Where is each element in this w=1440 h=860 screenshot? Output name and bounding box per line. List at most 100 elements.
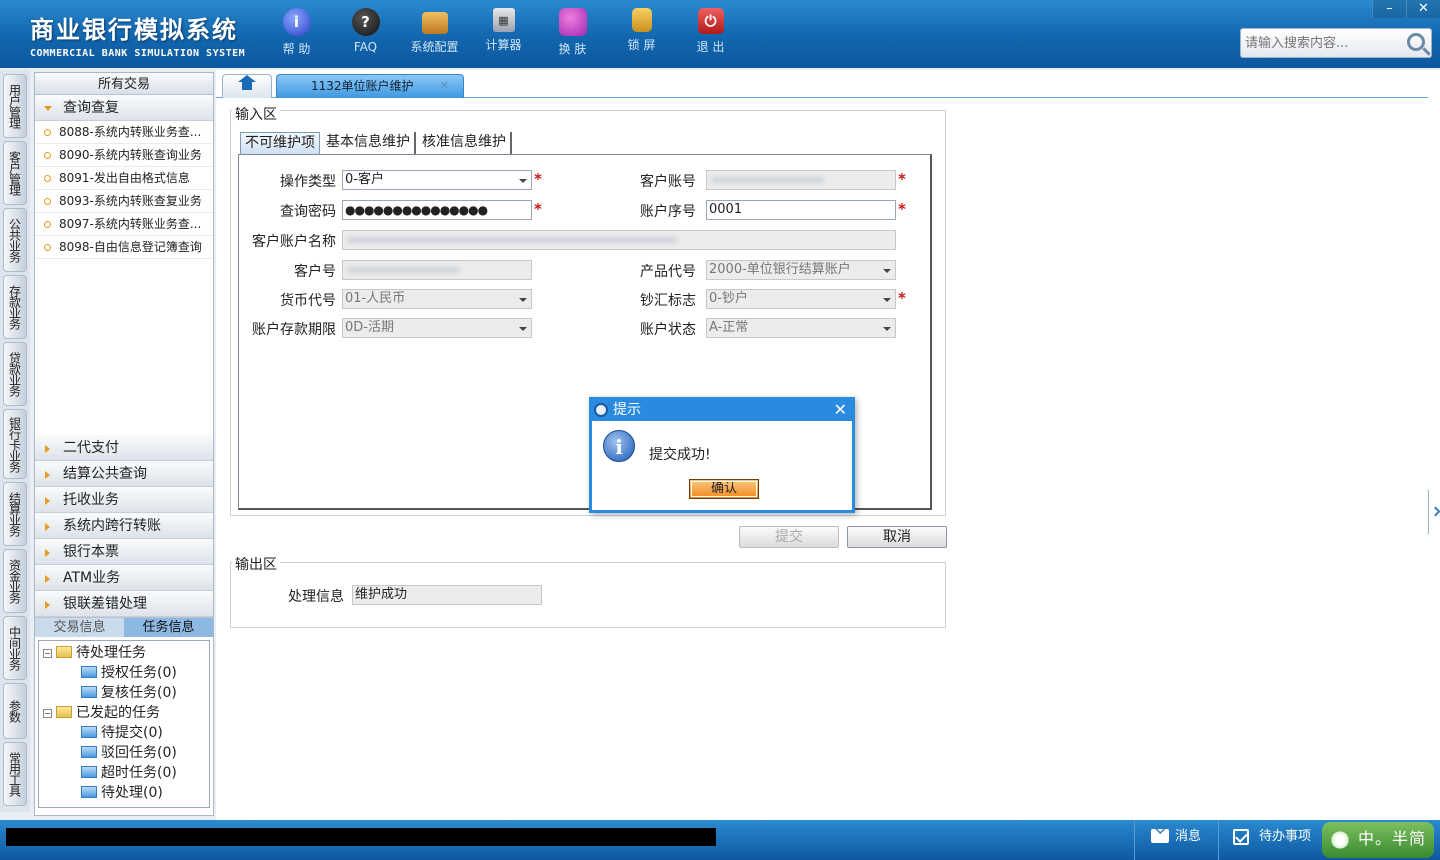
tab-account-maintenance[interactable]: 1132单位账户维护 ✕ [276,74,464,98]
vtab-deposit[interactable]: 存款业务 [3,275,27,339]
vtab-intermediary[interactable]: 中间业务 [3,616,27,680]
mail-icon [1151,829,1169,843]
folder-icon [56,706,72,718]
chevron-down-icon [877,290,895,308]
category-unionpay-error[interactable]: 银联差错处理 [35,591,213,617]
account-seq-field[interactable]: 0001 [706,200,896,220]
tree-node-review[interactable]: 复核任务(0) [39,683,209,703]
query-pwd-field[interactable]: ●●●●●●●●●●●●●●● [342,200,532,220]
status-bar: 消息 待办事项 中。半简 [0,820,1440,860]
alert-dialog: 提示 ✕ i 提交成功! 确认 [589,397,855,513]
collapse-icon[interactable]: − [43,649,52,658]
tree-node-to-process[interactable]: 待处理(0) [39,783,209,803]
exit-button[interactable]: ⏻ 退 出 [676,8,745,57]
dialog-close-icon[interactable]: ✕ [834,399,847,421]
status-label: 账户状态 [640,322,696,338]
category-atm[interactable]: ATM业务 [35,565,213,591]
close-tab-icon[interactable]: ✕ [440,75,449,97]
todo-button[interactable]: 待办事项 [1218,820,1322,860]
search-icon[interactable] [1407,33,1425,51]
info-tabs: 交易信息 任务信息 [35,617,213,637]
transaction-item[interactable]: 8097-系统内转账业务查... [35,213,213,236]
op-type-select[interactable]: 0-客户 [342,170,532,190]
search-box [1240,28,1432,58]
dialog-title: 提示 [613,402,641,418]
term-select: 0D-活期 [342,318,532,338]
product-code-label: 产品代号 [640,264,696,280]
result-field: 维护成功 [352,585,542,605]
task-icon [81,746,97,758]
help-button[interactable]: i帮 助 [262,8,331,57]
tab-task-info[interactable]: 任务信息 [124,618,213,637]
ime-indicator[interactable]: 中。半简 [1322,822,1434,858]
close-window-button[interactable]: ✕ [1406,0,1440,18]
calculator-button[interactable]: ▦ 计算器 [469,8,538,57]
subtab-basic-info[interactable]: 基本信息维护 [322,132,416,154]
redacted-status-text [6,828,716,846]
page-tab-bar: 1132单位账户维护 ✕ [216,72,1428,98]
transaction-item[interactable]: 8091-发出自由格式信息 [35,167,213,190]
form-subtabs: 不可维护项 基本信息维护 核准信息维护 [240,132,514,154]
messages-button[interactable]: 消息 [1134,820,1230,860]
category-settlement-query[interactable]: 结算公共查询 [35,461,213,487]
input-area-legend: 输入区 [232,104,280,124]
task-icon [81,786,97,798]
module-tabs: 用户管理 客户管理 公共业务 存款业务 贷款业务 银行卡业务 结算业务 资金业务… [0,70,30,812]
cancel-button[interactable]: 取消 [847,526,947,548]
cash-flag-label: 钞汇标志 [640,293,696,309]
vtab-user-management[interactable]: 用户管理 [3,74,27,138]
vtab-common-tools[interactable]: 常用工具 [3,742,27,806]
subtab-approval-info[interactable]: 核准信息维护 [418,132,512,154]
vtab-customer-management[interactable]: 客户管理 [3,141,27,205]
dialog-body: i 提交成功! 确认 [591,421,853,511]
expand-panel-icon[interactable] [1428,490,1438,534]
collapse-icon[interactable]: − [43,709,52,718]
lock-button[interactable]: 锁 屏 [607,8,676,57]
chevron-down-icon [513,171,531,189]
home-tab[interactable] [222,74,272,98]
vtab-settlement[interactable]: 结算业务 [3,482,27,546]
tab-transaction-info[interactable]: 交易信息 [35,618,124,637]
faq-button[interactable]: ? FAQ [331,8,400,57]
search-input[interactable] [1241,29,1401,57]
help-icon: i [282,8,311,36]
transaction-item[interactable]: 8088-系统内转账业务查... [35,121,213,144]
tree-node-to-submit[interactable]: 待提交(0) [39,723,209,743]
exit-icon: ⏻ [697,8,724,34]
skin-button[interactable]: 换 肤 [538,8,607,57]
submit-button[interactable]: 提交 [739,526,839,548]
tree-node-authorize[interactable]: 授权任务(0) [39,663,209,683]
category-cnaps2[interactable]: 二代支付 [35,435,213,461]
dialog-ok-button[interactable]: 确认 [689,479,759,499]
config-button[interactable]: 系统配置 [400,8,469,57]
minimize-button[interactable]: – [1372,0,1406,18]
transaction-list-empty-area [35,259,213,435]
category-interbank-transfer[interactable]: 系统内跨行转账 [35,513,213,539]
transaction-item[interactable]: 8098-自由信息登记簿查询 [35,236,213,259]
tree-node-rejected[interactable]: 驳回任务(0) [39,743,209,763]
product-code-select: 2000-单位银行结算账户 [706,260,896,280]
task-icon [81,726,97,738]
chevron-down-icon [513,319,531,337]
vtab-parameters[interactable]: 参数 [3,683,27,739]
tree-node-started[interactable]: − 已发起的任务 [39,703,209,723]
vtab-public-business[interactable]: 公共业务 [3,208,27,272]
vtab-funds[interactable]: 资金业务 [3,549,27,613]
currency-select: 01-人民币 [342,289,532,309]
tree-node-pending[interactable]: − 待处理任务 [39,643,209,663]
vtab-loan[interactable]: 贷款业务 [3,342,27,406]
transaction-item[interactable]: 8090-系统内转账查询业务 [35,144,213,167]
cash-flag-select: 0-钞户 [706,289,896,309]
category-cashiers-check[interactable]: 银行本票 [35,539,213,565]
cust-account-label: 客户账号 [640,174,696,190]
transaction-item[interactable]: 8093-系统内转账查复业务 [35,190,213,213]
vtab-bank-card[interactable]: 银行卡业务 [3,409,27,479]
app-title: 商业银行模拟系统 [30,16,238,44]
account-name-label: 客户账户名称 [252,234,336,250]
status-select: A-正常 [706,318,896,338]
category-query-reply[interactable]: 查询查复 [35,95,213,121]
subtab-non-maintainable[interactable]: 不可维护项 [240,132,320,154]
category-collection[interactable]: 托收业务 [35,487,213,513]
task-icon [81,766,97,778]
tree-node-timeout[interactable]: 超时任务(0) [39,763,209,783]
